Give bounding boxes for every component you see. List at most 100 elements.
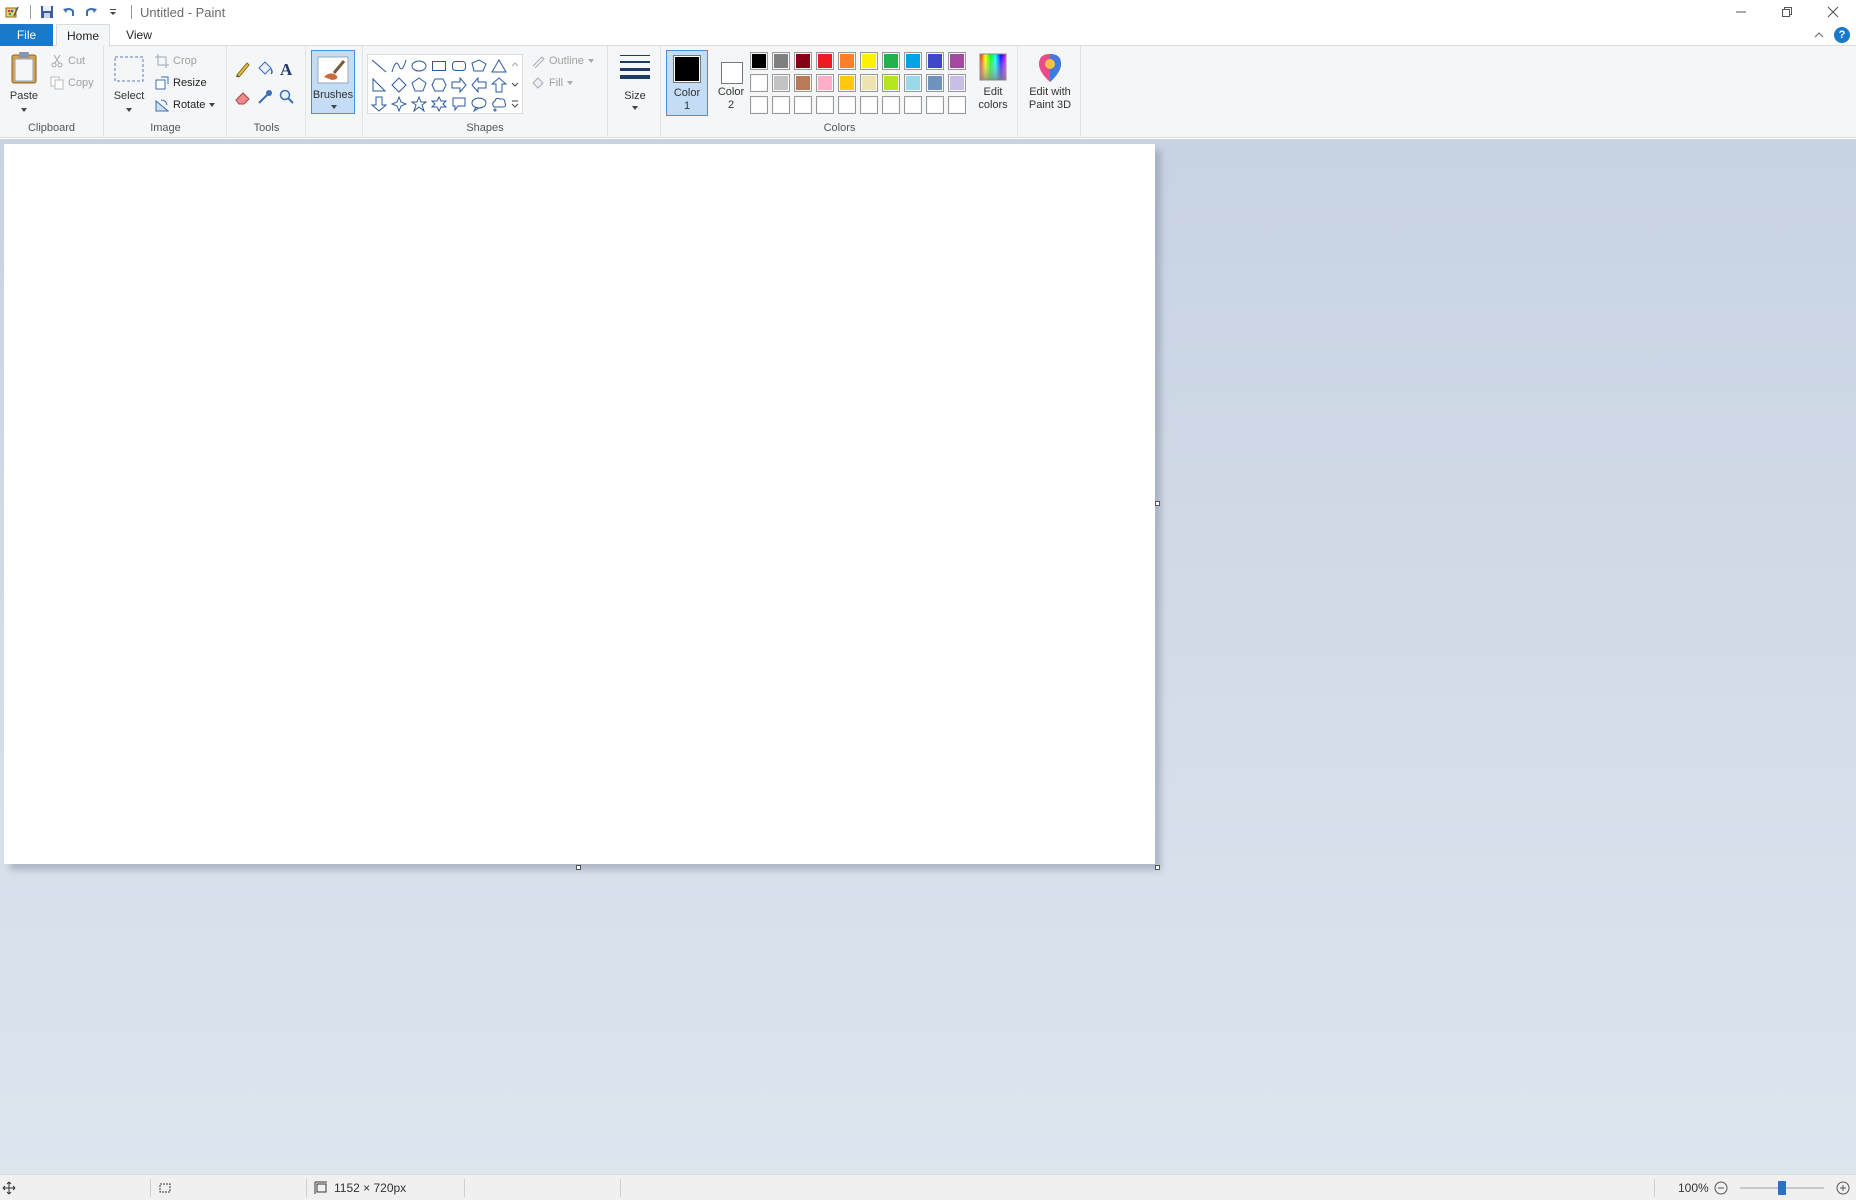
tab-file[interactable]: File bbox=[0, 24, 53, 46]
palette-swatch[interactable] bbox=[794, 52, 812, 70]
minimize-button[interactable] bbox=[1718, 0, 1764, 24]
copy-button[interactable]: Copy bbox=[50, 76, 94, 90]
palette-swatch[interactable] bbox=[904, 52, 922, 70]
oval-shape-icon[interactable] bbox=[409, 56, 429, 76]
zoom-slider-track[interactable] bbox=[1740, 1181, 1824, 1195]
palette-swatch[interactable] bbox=[904, 96, 922, 114]
resize-handle-corner[interactable] bbox=[1155, 865, 1160, 870]
rectangle-shape-icon[interactable] bbox=[429, 56, 449, 76]
text-icon[interactable]: A bbox=[278, 60, 296, 81]
close-button[interactable] bbox=[1810, 0, 1856, 24]
palette-swatch[interactable] bbox=[948, 74, 966, 92]
palette-swatch[interactable] bbox=[838, 52, 856, 70]
zoom-out-icon[interactable] bbox=[1714, 1181, 1728, 1198]
palette-swatch[interactable] bbox=[860, 52, 878, 70]
palette-swatch[interactable] bbox=[948, 96, 966, 114]
drawing-canvas[interactable] bbox=[4, 144, 1155, 864]
tab-view[interactable]: View bbox=[116, 24, 162, 46]
palette-swatch[interactable] bbox=[882, 52, 900, 70]
palette-swatch[interactable] bbox=[926, 74, 944, 92]
rotate-button[interactable]: Rotate bbox=[155, 98, 220, 112]
diamond-shape-icon[interactable] bbox=[389, 75, 409, 95]
outline-icon bbox=[532, 56, 545, 68]
gallery-expand-icon[interactable] bbox=[509, 97, 521, 114]
palette-swatch[interactable] bbox=[926, 96, 944, 114]
curve-shape-icon[interactable] bbox=[389, 56, 409, 76]
customize-qat-icon[interactable] bbox=[103, 2, 123, 22]
size-button[interactable]: Size bbox=[615, 50, 655, 116]
palette-swatch[interactable] bbox=[750, 96, 768, 114]
down-arrow-shape-icon[interactable] bbox=[369, 94, 389, 114]
palette-swatch[interactable] bbox=[948, 52, 966, 70]
palette-swatch[interactable] bbox=[926, 52, 944, 70]
help-icon[interactable]: ? bbox=[1834, 27, 1850, 43]
palette-swatch[interactable] bbox=[816, 52, 834, 70]
palette-swatch-color bbox=[840, 98, 854, 112]
color-1-button[interactable]: Color 1 bbox=[666, 50, 708, 116]
palette-swatch[interactable] bbox=[838, 96, 856, 114]
line-shape-icon[interactable] bbox=[369, 56, 389, 76]
resize-handle-right[interactable] bbox=[1155, 501, 1160, 506]
cut-button[interactable]: Cut bbox=[50, 54, 85, 68]
outline-button[interactable]: Outline bbox=[531, 54, 599, 68]
edit-with-paint3d-button[interactable]: Edit with Paint 3D bbox=[1021, 50, 1079, 116]
tab-home[interactable]: Home bbox=[56, 24, 110, 47]
palette-swatch[interactable] bbox=[860, 96, 878, 114]
zoom-in-icon[interactable] bbox=[1836, 1181, 1850, 1198]
save-icon[interactable] bbox=[37, 2, 57, 22]
palette-swatch[interactable] bbox=[772, 52, 790, 70]
palette-swatch[interactable] bbox=[816, 96, 834, 114]
palette-swatch[interactable] bbox=[750, 74, 768, 92]
ribbon-tab-row: File Home View ? bbox=[0, 24, 1856, 47]
resize-button[interactable]: Resize bbox=[155, 76, 207, 90]
pencil-icon[interactable] bbox=[234, 60, 252, 81]
palette-swatch[interactable] bbox=[750, 52, 768, 70]
cloud-callout-shape-icon[interactable] bbox=[489, 94, 509, 114]
redo-icon[interactable] bbox=[81, 2, 101, 22]
right-arrow-shape-icon[interactable] bbox=[449, 75, 469, 95]
five-point-star-shape-icon[interactable] bbox=[409, 94, 429, 114]
crop-button[interactable]: Crop bbox=[155, 54, 197, 68]
palette-swatch[interactable] bbox=[860, 74, 878, 92]
chevron-up-icon[interactable] bbox=[1812, 28, 1826, 42]
six-point-star-shape-icon[interactable] bbox=[429, 94, 449, 114]
paste-button[interactable]: Paste bbox=[6, 50, 42, 116]
palette-swatch[interactable] bbox=[882, 96, 900, 114]
canvas-workspace[interactable] bbox=[0, 139, 1856, 1174]
rounded-callout-shape-icon[interactable] bbox=[449, 94, 469, 114]
palette-swatch[interactable] bbox=[794, 74, 812, 92]
select-button[interactable]: Select bbox=[111, 50, 147, 116]
palette-swatch[interactable] bbox=[882, 74, 900, 92]
paint-app-icon[interactable] bbox=[2, 2, 22, 22]
fill-bucket-icon[interactable] bbox=[256, 60, 274, 81]
palette-swatch[interactable] bbox=[772, 74, 790, 92]
four-point-star-shape-icon[interactable] bbox=[389, 94, 409, 114]
eraser-icon[interactable] bbox=[234, 88, 252, 109]
palette-swatch[interactable] bbox=[838, 74, 856, 92]
zoom-slider-thumb[interactable] bbox=[1778, 1181, 1786, 1195]
hexagon-shape-icon[interactable] bbox=[429, 75, 449, 95]
restore-button[interactable] bbox=[1764, 0, 1810, 24]
magnifier-icon[interactable] bbox=[278, 88, 296, 109]
color-picker-icon[interactable] bbox=[256, 88, 274, 109]
right-triangle-shape-icon[interactable] bbox=[369, 75, 389, 95]
left-arrow-shape-icon[interactable] bbox=[469, 75, 489, 95]
resize-handle-bottom[interactable] bbox=[576, 865, 581, 870]
brushes-button[interactable]: Brushes bbox=[311, 50, 355, 114]
fill-button[interactable]: Fill bbox=[531, 76, 578, 90]
oval-callout-shape-icon[interactable] bbox=[469, 94, 489, 114]
palette-swatch[interactable] bbox=[904, 74, 922, 92]
palette-swatch[interactable] bbox=[816, 74, 834, 92]
edit-colors-button[interactable]: Edit colors bbox=[972, 50, 1014, 116]
chevron-up-icon[interactable] bbox=[509, 57, 521, 74]
palette-swatch[interactable] bbox=[794, 96, 812, 114]
chevron-down-icon[interactable] bbox=[509, 77, 521, 94]
rounded-rectangle-shape-icon[interactable] bbox=[449, 56, 469, 76]
up-arrow-shape-icon[interactable] bbox=[489, 75, 509, 95]
polygon-shape-icon[interactable] bbox=[469, 56, 489, 76]
color-2-button[interactable]: Color 2 bbox=[712, 50, 750, 116]
triangle-shape-icon[interactable] bbox=[489, 56, 509, 76]
pentagon-shape-icon[interactable] bbox=[409, 75, 429, 95]
palette-swatch[interactable] bbox=[772, 96, 790, 114]
undo-icon[interactable] bbox=[59, 2, 79, 22]
